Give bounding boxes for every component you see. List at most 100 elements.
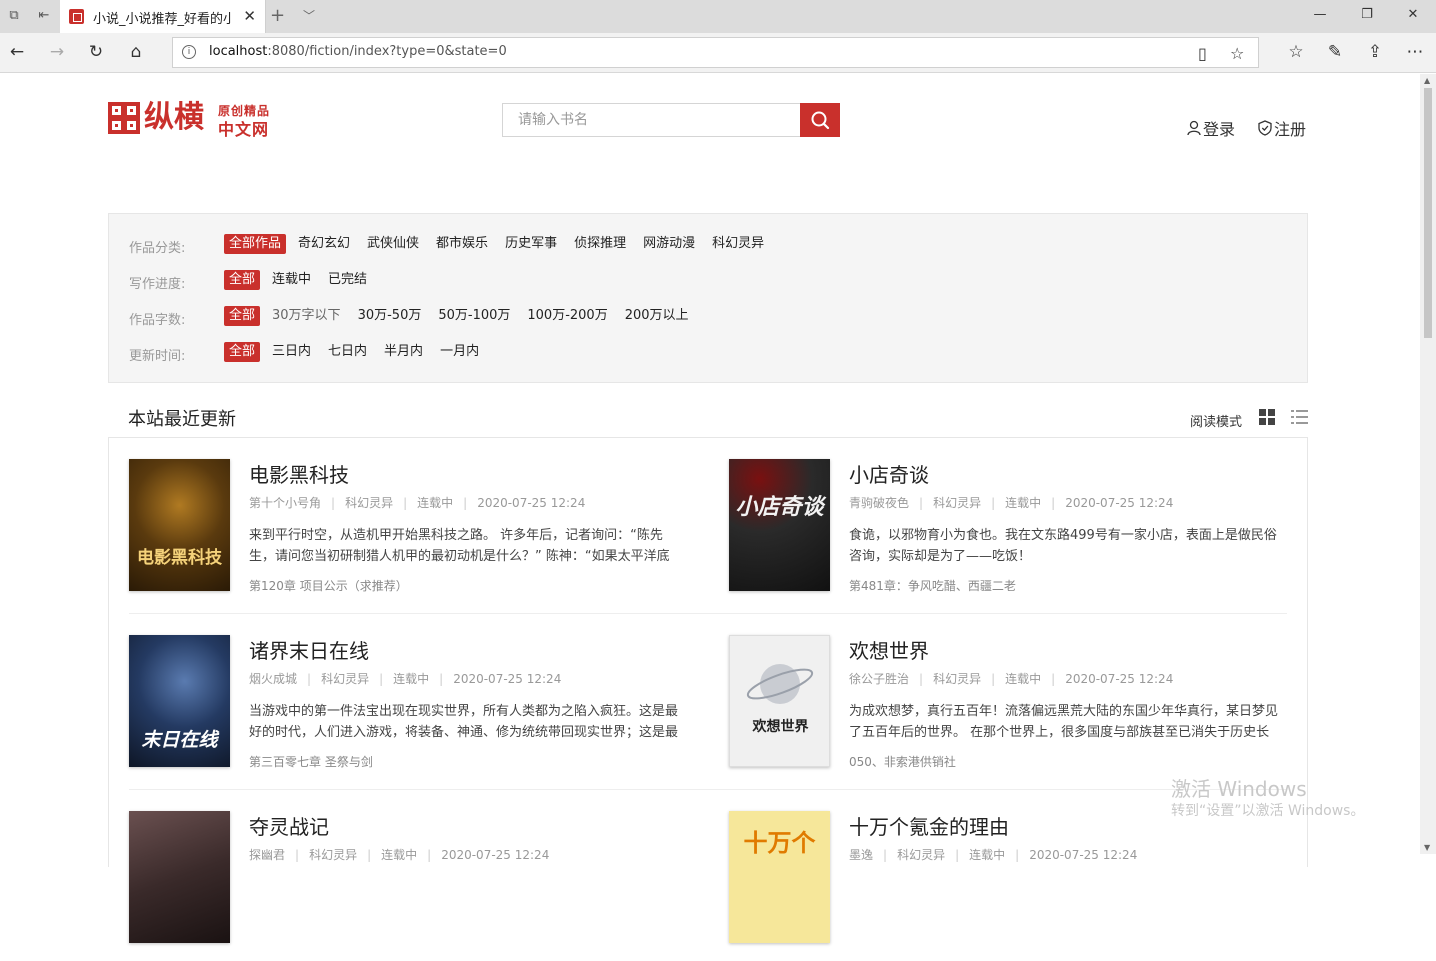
filter-option[interactable]: 武侠仙侠 [362,234,424,254]
filter-option[interactable]: 网游动漫 [638,234,700,254]
filter-option[interactable]: 半月内 [379,342,428,362]
web-note-icon[interactable]: ✎ [1324,42,1346,62]
tab-preview-chevron-icon[interactable]: ﹀ [303,7,315,24]
book-author[interactable]: 徐公子胜治 [849,672,909,686]
filter-option[interactable]: 历史军事 [500,234,562,254]
address-bar-row: ← → ↻ ⌂ i localhost:8080/fiction/index?t… [0,33,1436,73]
filter-option[interactable]: 30万-50万 [353,306,427,326]
book-cover-image[interactable] [129,811,230,943]
back-icon[interactable]: ← [6,41,28,63]
book-meta: 第十个小号角 | 科幻灵异 | 连载中 | 2020-07-25 12:24 [249,496,586,510]
window-close-icon[interactable]: ✕ [1403,7,1423,22]
book-card[interactable]: 十万个 十万个氪金的理由 墨逸 | 科幻灵异 | 连载中 | 2020-07-25 12:2… [729,811,1289,961]
book-author[interactable]: 青驹破夜色 [849,496,909,510]
scrollbar-thumb[interactable] [1424,88,1432,338]
book-cover-image[interactable]: 欢想世界 [729,635,830,767]
favorite-star-icon[interactable]: ☆ [1230,44,1244,63]
book-status: 连载中 [969,848,1006,862]
filter-option[interactable]: 100万-200万 [522,306,612,326]
book-meta: 烟火成城 | 科幻灵异 | 连载中 | 2020-07-25 12:24 [249,672,562,686]
book-status: 连载中 [1005,672,1042,686]
filter-option[interactable]: 侦探推理 [569,234,631,254]
book-card[interactable]: 末日在线 诸界末日在线 烟火成城 | 科幻灵异 | 连载中 | 2020-07-25 12:… [129,635,689,785]
book-title[interactable]: 诸界末日在线 [249,635,369,664]
scroll-down-icon[interactable]: ▼ [1424,843,1430,852]
book-description: 当游戏中的第一件法宝出现在现实世界，所有人类都为之陷入疯狂。这是最好的时代，人们… [249,704,679,740]
filter-option[interactable]: 奇幻玄幻 [293,234,355,254]
share-icon[interactable]: ⇪ [1364,42,1386,62]
filter-option[interactable]: 200万以上 [620,306,694,326]
book-card[interactable]: 欢想世界 欢想世界 徐公子胜治 | 科幻灵异 | 连载中 | 2020-07-25 12:2… [729,635,1289,785]
site-info-icon[interactable]: i [182,45,196,59]
book-description: 来到平行时空，从造机甲开始黑科技之路。 许多年后，记者询问：“陈先生，请问您当初… [249,528,670,564]
page-scrollbar[interactable]: ▲ ▼ [1420,74,1436,854]
login-label: 登录 [1203,120,1236,139]
filter-option[interactable]: 全部作品 [224,234,287,254]
book-update-time: 2020-07-25 12:24 [441,848,550,862]
search-input[interactable] [502,103,800,137]
grid-view-icon[interactable] [1259,409,1276,426]
book-author[interactable]: 探幽君 [249,848,285,862]
close-tab-icon[interactable]: ✕ [243,7,256,25]
scroll-up-icon[interactable]: ▲ [1424,76,1430,85]
forward-icon[interactable]: → [46,41,68,63]
browser-tab-active[interactable]: 小说_小说推荐_好看的小说 ✕ [60,0,266,33]
book-card[interactable]: 小店奇谈 小店奇谈 青驹破夜色 | 科幻灵异 | 连载中 | 2020-07-25 12:2… [729,459,1289,609]
book-title[interactable]: 电影黑科技 [249,459,349,488]
list-view-icon[interactable] [1291,409,1308,426]
more-menu-icon[interactable]: ⋯ [1404,42,1426,62]
tab-actions-icon[interactable]: ⧉ [6,8,22,24]
book-status: 连载中 [417,496,454,510]
search-icon [811,111,830,130]
book-author[interactable]: 烟火成城 [249,672,297,686]
book-card[interactable]: 夺灵战记 探幽君 | 科幻灵异 | 连载中 | 2020-07-25 12:24 [129,811,689,961]
home-icon[interactable]: ⌂ [125,41,147,63]
address-field[interactable]: i localhost:8080/fiction/index?type=0&st… [172,37,1259,68]
filter-option[interactable]: 一月内 [435,342,484,362]
book-category: 科幻灵异 [933,672,982,686]
book-latest-chapter[interactable]: 第120章 项目公示（求推荐） [249,577,408,594]
book-meta: 青驹破夜色 | 科幻灵异 | 连载中 | 2020-07-25 12:24 [849,496,1174,510]
favorites-hub-icon[interactable]: ☆ [1285,42,1307,62]
book-cover-image[interactable]: 电影黑科技 [129,459,230,591]
filter-option[interactable]: 50万-100万 [433,306,515,326]
restore-icon[interactable]: ❐ [1357,7,1377,22]
minimize-icon[interactable]: — [1310,7,1330,22]
filter-panel: 作品分类: 全部作品 奇幻玄幻 武侠仙侠 都市娱乐 历史军事 侦探推理 网游动漫 科幻灵异 写… [108,213,1308,383]
book-cover-image[interactable]: 末日在线 [129,635,230,767]
book-author[interactable]: 墨逸 [849,848,873,862]
activation-watermark-title: 激活 Windows [1171,777,1307,801]
set-tabs-aside-icon[interactable]: ⇤ [36,8,52,24]
book-card[interactable]: 电影黑科技 电影黑科技 第十个小号角 | 科幻灵异 | 连载中 | 2020-07-25 1… [129,459,689,609]
cover-planet-icon [746,664,814,704]
filter-option[interactable]: 全部 [224,270,261,290]
filter-option[interactable]: 30万字以下 [267,306,346,326]
filter-option[interactable]: 全部 [224,342,261,362]
refresh-icon[interactable]: ↻ [85,41,107,63]
filter-option[interactable]: 已完结 [323,270,372,290]
site-logo[interactable]: 纵横 原创精品 中文网 [108,100,278,139]
book-title[interactable]: 小店奇谈 [849,459,929,488]
new-tab-icon[interactable]: + [270,5,285,26]
book-latest-chapter[interactable]: 第481章：争风吃醋、西疆二老 [849,577,1016,594]
filter-option[interactable]: 七日内 [323,342,372,362]
filter-option[interactable]: 全部 [224,306,261,326]
book-cover-image[interactable]: 十万个 [729,811,830,943]
book-latest-chapter[interactable]: 第三百零七章 圣祭与剑 [249,753,373,770]
filter-option[interactable]: 连载中 [267,270,316,290]
book-author[interactable]: 第十个小号角 [249,496,321,510]
book-update-time: 2020-07-25 12:24 [477,496,586,510]
login-link[interactable]: 登录 [1186,116,1235,140]
book-latest-chapter[interactable]: 050、非索港供销社 [849,753,956,770]
book-title[interactable]: 欢想世界 [849,635,929,664]
register-link[interactable]: 注册 [1257,116,1306,140]
book-title[interactable]: 夺灵战记 [249,811,329,840]
book-cover-image[interactable]: 小店奇谈 [729,459,830,591]
row-divider [129,613,1287,614]
search-button[interactable] [800,103,840,137]
filter-option[interactable]: 都市娱乐 [431,234,493,254]
reading-view-icon[interactable]: ▯ [1198,44,1207,63]
filter-option[interactable]: 三日内 [267,342,316,362]
book-title[interactable]: 十万个氪金的理由 [849,811,1009,840]
filter-option[interactable]: 科幻灵异 [707,234,769,254]
